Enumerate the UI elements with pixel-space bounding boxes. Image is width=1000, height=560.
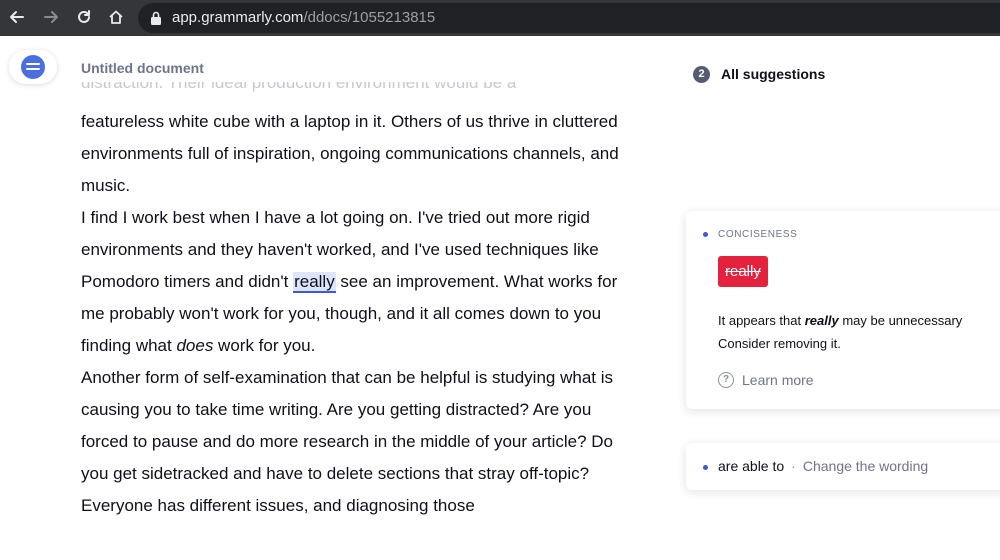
paragraph-3-text: Another form of self-examination that ca… <box>81 368 614 515</box>
document-editor[interactable]: featureless white cube with a laptop in … <box>81 106 641 522</box>
suggestion-action: Change the wording <box>802 458 929 474</box>
suggestion-dot-icon <box>703 232 708 237</box>
grammarly-logo-button[interactable] <box>9 50 57 84</box>
reload-icon[interactable] <box>73 7 95 29</box>
remove-word-button[interactable]: really <box>718 256 768 287</box>
url-text: app.grammarly.com/ddocs/1055213815 <box>172 9 435 27</box>
explanation-word: really <box>804 313 839 328</box>
faded-line-text: distraction. Their ideal production envi… <box>81 82 517 92</box>
suggestion-count-badge: 2 <box>693 65 710 83</box>
flagged-word[interactable]: really <box>293 272 336 293</box>
faded-scrolled-line: distraction. Their ideal production envi… <box>81 82 516 98</box>
question-icon: ? <box>718 372 734 388</box>
grammarly-logo-icon <box>21 55 45 79</box>
address-bar[interactable]: app.grammarly.com/ddocs/1055213815 <box>138 3 1000 33</box>
learn-more-label: Learn more <box>742 372 814 388</box>
url-host: app.grammarly.com <box>172 9 304 26</box>
paragraph-2: I find I work best when I have a lot goi… <box>81 202 641 362</box>
suggestions-header: 2 All suggestions <box>693 64 825 84</box>
back-arrow-icon[interactable] <box>6 7 28 29</box>
paragraph-1-text: featureless white cube with a laptop in … <box>81 112 619 195</box>
suggestion-card-wording[interactable]: are able to · Change the wording <box>686 443 1000 490</box>
suggestions-title: All suggestions <box>721 66 826 82</box>
forward-arrow-icon[interactable] <box>40 7 62 29</box>
lock-icon <box>151 11 161 25</box>
separator-dot: · <box>791 458 796 474</box>
paragraph-1: featureless white cube with a laptop in … <box>81 106 641 202</box>
explanation-line-2: Consider removing it. <box>718 336 841 351</box>
suggestion-explanation: It appears that really may be unnecessar… <box>718 309 1000 355</box>
explanation-text-cont: may be unnecessary <box>838 313 963 328</box>
paragraph-2-text-end: work for you. <box>213 336 316 355</box>
emphasized-word: does <box>176 336 214 355</box>
suggestion-summary: are able to · Change the wording <box>718 458 928 474</box>
document-title[interactable]: Untitled document <box>81 60 204 76</box>
url-path: /ddocs/1055213815 <box>303 9 436 26</box>
learn-more-link[interactable]: ? Learn more <box>718 372 814 388</box>
suggestion-phrase: are able to <box>718 458 785 474</box>
suggestion-category: CONCISENESS <box>718 229 798 240</box>
home-icon[interactable] <box>105 7 127 29</box>
suggestion-dot-icon <box>703 465 708 470</box>
paragraph-3: Another form of self-examination that ca… <box>81 362 641 522</box>
suggestion-card-conciseness[interactable]: CONCISENESS really It appears that reall… <box>686 211 1000 409</box>
explanation-text: It appears that <box>718 313 805 328</box>
browser-toolbar: app.grammarly.com/ddocs/1055213815 <box>0 0 1000 36</box>
